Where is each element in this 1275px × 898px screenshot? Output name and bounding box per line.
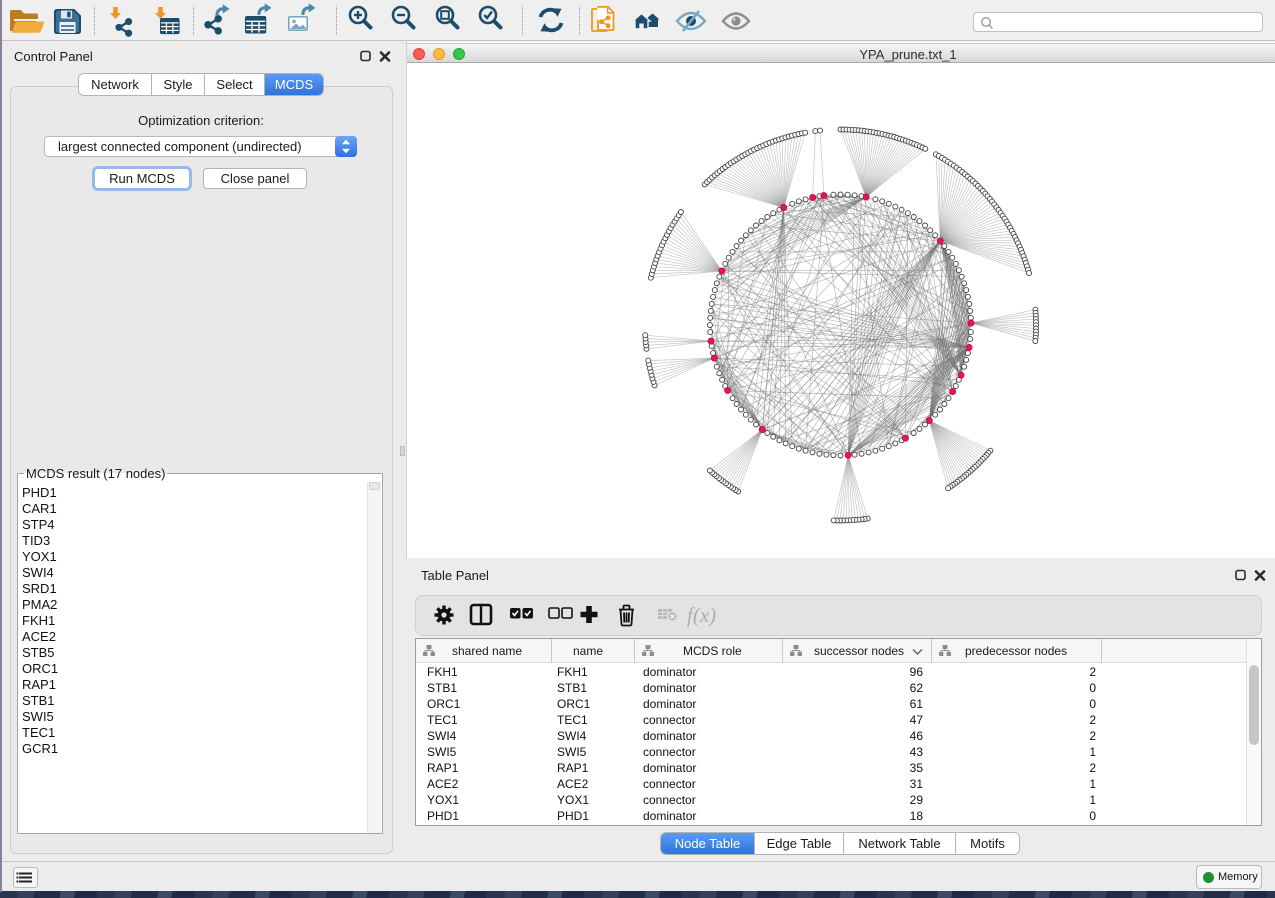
svg-text:f(x): f(x)	[687, 603, 716, 627]
